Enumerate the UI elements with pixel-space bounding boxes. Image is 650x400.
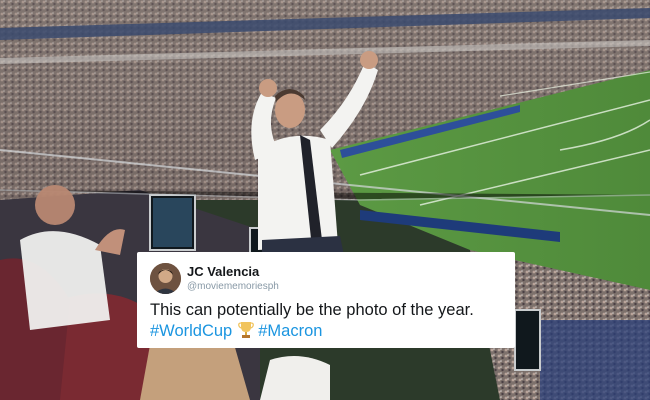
- display-name[interactable]: JC Valencia: [187, 264, 259, 279]
- avatar[interactable]: [150, 263, 181, 294]
- user-handle[interactable]: @moviememoriesph: [187, 281, 279, 292]
- tweet-text: This can potentially be the photo of the…: [150, 301, 474, 319]
- trophy-icon: [238, 321, 255, 339]
- tweet-hashtags: #WorldCup #Macron: [150, 321, 510, 342]
- tweet-card[interactable]: JC Valencia @moviememoriesph This can po…: [137, 252, 515, 348]
- photo-scene: JC Valencia @moviememoriesph This can po…: [0, 0, 650, 400]
- tweet-body: This can potentially be the photo of the…: [150, 300, 510, 342]
- hashtag-worldcup[interactable]: #WorldCup: [150, 322, 232, 340]
- hashtag-macron[interactable]: #Macron: [258, 322, 322, 340]
